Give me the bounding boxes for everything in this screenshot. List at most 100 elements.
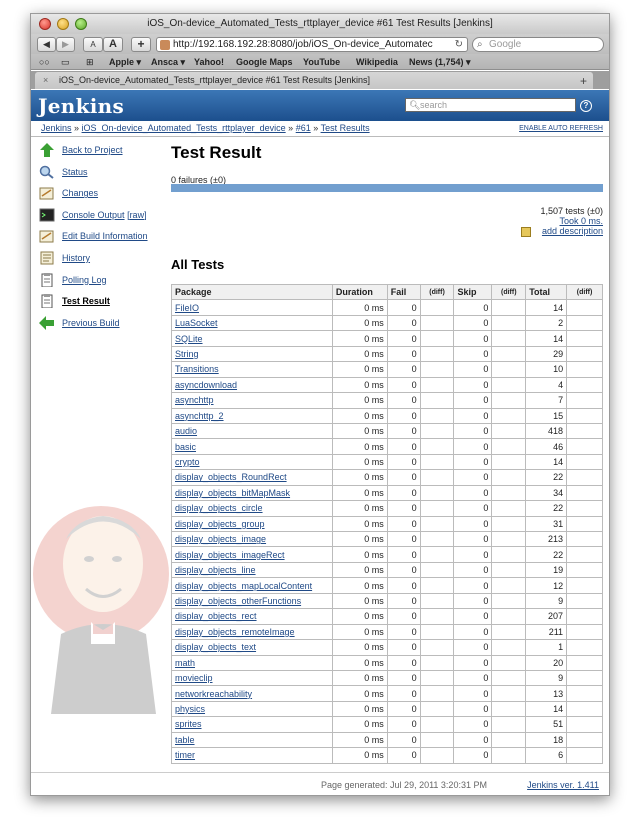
- package-link[interactable]: display_objects_group: [175, 519, 265, 529]
- cell-package[interactable]: Transitions: [171, 361, 333, 378]
- sidebar-item-label[interactable]: Edit Build Information: [62, 231, 148, 241]
- bookmark-news[interactable]: News (1,754) ▾: [409, 54, 471, 70]
- package-link[interactable]: display_objects_imageRect: [175, 550, 285, 560]
- package-link[interactable]: asynchttp: [175, 395, 214, 405]
- sidebar-item-label[interactable]: Changes: [62, 188, 98, 198]
- sidebar-item-label[interactable]: Test Result: [62, 296, 110, 306]
- jenkins-search-input[interactable]: 🔍︎ search: [405, 98, 576, 112]
- add-bookmark-button[interactable]: +: [131, 37, 151, 52]
- sidebar-item-polling-log[interactable]: Polling Log: [39, 272, 171, 294]
- text-smaller-button[interactable]: A: [83, 37, 103, 52]
- cell-package[interactable]: physics: [171, 700, 333, 718]
- add-description-link[interactable]: add description: [542, 226, 603, 236]
- bookmark-wikipedia[interactable]: Wikipedia: [356, 54, 398, 70]
- browser-tab[interactable]: × iOS_On-device_Automated_Tests_rttplaye…: [35, 72, 593, 89]
- sidebar-item-back-to-project[interactable]: Back to Project: [39, 142, 171, 164]
- package-link[interactable]: sprites: [175, 719, 202, 729]
- sidebar-item-label[interactable]: Console Output: [62, 210, 125, 220]
- book-icon[interactable]: ▭: [61, 54, 70, 70]
- header-skip-diff[interactable]: (diff): [491, 283, 527, 301]
- cell-package[interactable]: String: [171, 345, 333, 363]
- sidebar-item-previous-build[interactable]: Previous Build: [39, 315, 171, 337]
- header-skip[interactable]: Skip: [453, 283, 493, 301]
- header-fail[interactable]: Fail: [386, 283, 421, 301]
- bookmark-ansca[interactable]: Ansca ▾: [151, 54, 185, 70]
- sidebar-item-label[interactable]: Status: [62, 167, 88, 177]
- sidebar-item-label[interactable]: Previous Build: [62, 318, 120, 328]
- package-link[interactable]: display_objects_line: [175, 565, 256, 575]
- header-total[interactable]: Total: [525, 283, 568, 301]
- cell-package[interactable]: display_objects_imageRect: [171, 546, 333, 563]
- reload-icon[interactable]: ↻: [455, 38, 463, 51]
- cell-package[interactable]: networkreachability: [171, 685, 333, 702]
- new-tab-icon[interactable]: +: [580, 72, 587, 90]
- jenkins-version-link[interactable]: Jenkins ver. 1.411: [527, 773, 599, 795]
- cell-package[interactable]: FileIO: [171, 299, 333, 316]
- sidebar-item-test-result[interactable]: Test Result: [39, 293, 171, 315]
- package-link[interactable]: crypto: [175, 457, 200, 467]
- forward-button[interactable]: ▶: [56, 37, 75, 52]
- package-link[interactable]: String: [175, 349, 199, 359]
- breadcrumb-test-results[interactable]: Test Results: [321, 123, 370, 133]
- package-link[interactable]: timer: [175, 750, 195, 760]
- cell-package[interactable]: display_objects_bitMapMask: [171, 484, 333, 502]
- cell-package[interactable]: audio: [171, 422, 333, 440]
- console-raw-link[interactable]: [raw]: [127, 210, 147, 220]
- cell-package[interactable]: display_objects_RoundRect: [171, 469, 333, 486]
- cell-package[interactable]: movieclip: [171, 669, 333, 687]
- cell-package[interactable]: basic: [171, 438, 333, 455]
- cell-package[interactable]: sprites: [171, 716, 333, 733]
- package-link[interactable]: FileIO: [175, 303, 199, 313]
- package-link[interactable]: asyncdownload: [175, 380, 237, 390]
- url-field[interactable]: http://192.168.192.28:8080/job/iOS_On-de…: [156, 37, 468, 52]
- sidebar-item-history[interactable]: History: [39, 250, 171, 272]
- reading-glasses-icon[interactable]: ○○: [39, 54, 50, 70]
- header-fail-diff[interactable]: (diff): [419, 283, 455, 301]
- cell-package[interactable]: math: [171, 654, 333, 671]
- cell-package[interactable]: crypto: [171, 453, 333, 471]
- grid-icon[interactable]: ⊞: [86, 54, 94, 70]
- package-link[interactable]: math: [175, 658, 195, 668]
- sidebar-item-changes[interactable]: Changes: [39, 185, 171, 207]
- package-link[interactable]: asynchttp_2: [175, 411, 224, 421]
- sidebar-item-status[interactable]: Status: [39, 164, 171, 186]
- cell-package[interactable]: asynchttp_2: [171, 407, 333, 424]
- cell-package[interactable]: display_objects_text: [171, 639, 333, 656]
- minimize-window-button[interactable]: [57, 18, 69, 30]
- header-duration[interactable]: Duration: [331, 283, 388, 301]
- zoom-window-button[interactable]: [75, 18, 87, 30]
- package-link[interactable]: movieclip: [175, 673, 213, 683]
- browser-search-field[interactable]: ⌕ Google: [472, 37, 604, 52]
- bookmark-youtube[interactable]: YouTube: [303, 54, 340, 70]
- cell-package[interactable]: asyncdownload: [171, 376, 333, 394]
- package-link[interactable]: display_objects_mapLocalContent: [175, 581, 312, 591]
- package-link[interactable]: networkreachability: [175, 689, 252, 699]
- package-link[interactable]: display_objects_circle: [175, 503, 263, 513]
- package-link[interactable]: audio: [175, 426, 197, 436]
- sidebar-item-edit-build-information[interactable]: Edit Build Information: [39, 228, 171, 250]
- cell-package[interactable]: display_objects_circle: [171, 500, 333, 517]
- cell-package[interactable]: timer: [171, 747, 333, 764]
- package-link[interactable]: display_objects_RoundRect: [175, 472, 287, 482]
- bookmark-google-maps[interactable]: Google Maps: [236, 54, 293, 70]
- jenkins-logo[interactable]: Jenkins: [38, 94, 124, 118]
- package-link[interactable]: display_objects_image: [175, 534, 266, 544]
- breadcrumb-job[interactable]: iOS_On-device_Automated_Tests_rttplayer_…: [82, 123, 286, 133]
- cell-package[interactable]: display_objects_remoteImage: [171, 623, 333, 641]
- text-bigger-button[interactable]: A: [103, 37, 123, 52]
- sidebar-item-label[interactable]: Polling Log: [62, 275, 107, 285]
- cell-package[interactable]: display_objects_rect: [171, 608, 333, 625]
- package-link[interactable]: SQLite: [175, 334, 203, 344]
- tab-close-icon[interactable]: ×: [43, 72, 48, 89]
- breadcrumb-build[interactable]: #61: [296, 123, 311, 133]
- package-link[interactable]: display_objects_rect: [175, 611, 257, 621]
- header-package[interactable]: Package: [171, 283, 333, 301]
- package-link[interactable]: table: [175, 735, 195, 745]
- package-link[interactable]: LuaSocket: [175, 318, 218, 328]
- sidebar-item-label[interactable]: Back to Project: [62, 145, 123, 155]
- package-link[interactable]: Transitions: [175, 364, 219, 374]
- bookmark-yahoo[interactable]: Yahoo!: [194, 54, 224, 70]
- bookmark-apple[interactable]: Apple ▾: [109, 54, 141, 70]
- cell-package[interactable]: LuaSocket: [171, 314, 333, 332]
- close-window-button[interactable]: [39, 18, 51, 30]
